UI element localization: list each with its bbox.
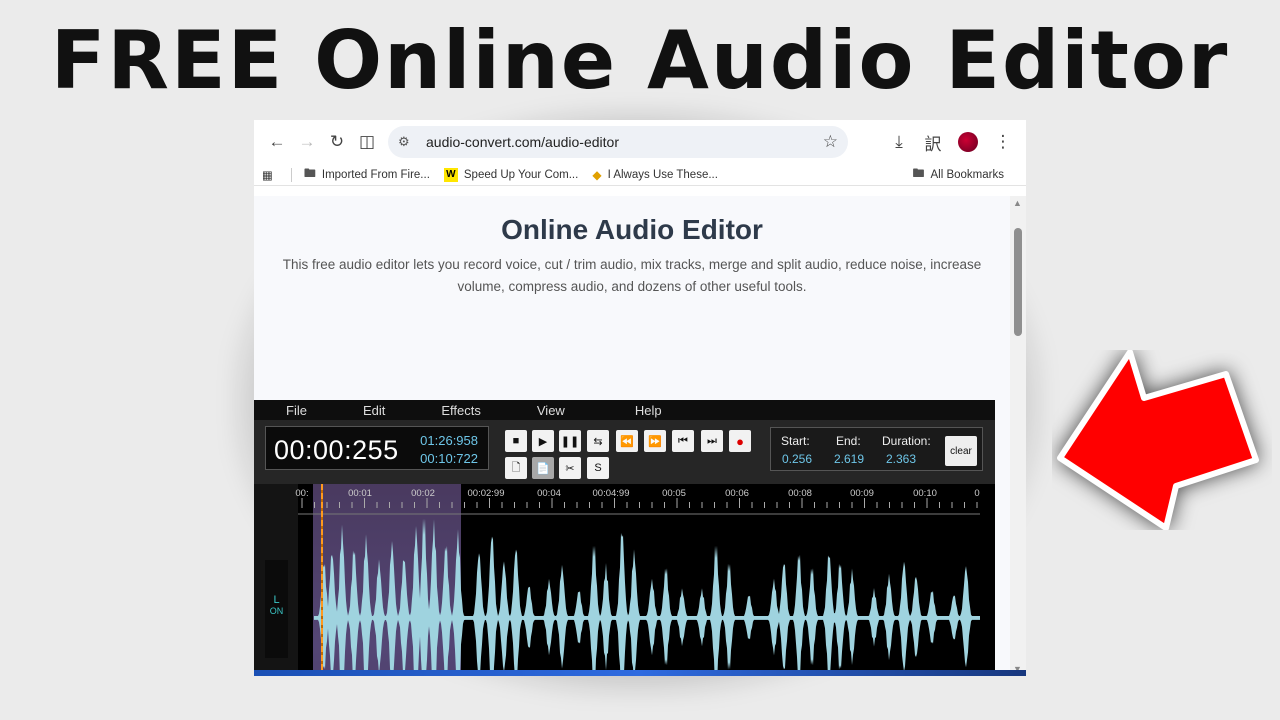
apps-grid-icon[interactable]: ▦: [262, 168, 273, 182]
tick-label: 0: [974, 488, 980, 499]
page-content: Online Audio Editor This free audio edit…: [254, 196, 1010, 676]
current-time: 00:00:255: [274, 435, 399, 465]
tick-label: 00:04: [537, 488, 561, 499]
stop-button[interactable]: ■: [505, 430, 527, 452]
hero-title: FREE Online Audio Editor: [50, 14, 1230, 107]
taskbar-strip: [254, 670, 1026, 676]
waveform-path: [314, 518, 980, 676]
selection-info: Start: 0.256 End: 2.619 Duration: 2.363 …: [770, 427, 983, 471]
end-value: 2.619: [834, 452, 865, 466]
url-text[interactable]: audio-convert.com/audio-editor: [426, 134, 823, 150]
rewind-button[interactable]: ⏪: [616, 430, 638, 452]
bookmark-imported[interactable]: 🖿 Imported From Fire...: [304, 164, 430, 185]
skip-start-button[interactable]: ⏮: [672, 430, 694, 452]
bookmark-separator: [290, 167, 292, 182]
back-icon[interactable]: ←: [262, 127, 292, 157]
tick-label: 00:10: [913, 488, 937, 499]
duration-label: Duration:: [882, 434, 931, 448]
all-bookmarks[interactable]: 🖿 All Bookmarks: [912, 164, 1004, 185]
copy-icon[interactable]: 🗋: [505, 457, 527, 479]
playhead-cursor[interactable]: [321, 484, 323, 676]
split-view-icon[interactable]: ◫: [352, 127, 382, 157]
bookmark-label: Speed Up Your Com...: [463, 168, 579, 181]
red-arrow-icon: [1057, 350, 1259, 530]
tick-label: 00:01: [348, 488, 372, 499]
folder-icon: 🖿: [303, 166, 316, 180]
selected-time: 00:10:722: [420, 451, 478, 466]
skip-end-button[interactable]: ⏭: [701, 430, 723, 452]
menu-view[interactable]: View: [537, 403, 565, 418]
page-description: This free audio editor lets you record v…: [282, 257, 982, 294]
menu-help[interactable]: Help: [635, 403, 662, 418]
w-logo-icon: W: [443, 167, 458, 182]
start-label: Start:: [781, 434, 810, 448]
waveform-timeline[interactable]: L ON 00: 00:01 00:02 00:02:99 00:04 00:0…: [254, 484, 995, 676]
play-button[interactable]: ▶: [532, 430, 554, 452]
browser-toolbar: ← → ↻ ◫ ⚙ audio-convert.com/audio-editor…: [254, 120, 1026, 164]
scroll-up-icon[interactable]: ▲: [1013, 198, 1022, 208]
reload-icon[interactable]: ↻: [322, 127, 352, 157]
bookmark-always-use[interactable]: ◆ I Always Use These...: [592, 168, 718, 182]
tick-label: 00:08: [788, 488, 812, 499]
bookmarks-bar: ▦ 🖿 Imported From Fire... W Speed Up You…: [254, 164, 1026, 186]
duration-value: 2.363: [886, 452, 917, 466]
bookmark-star-icon[interactable]: ☆: [823, 132, 838, 152]
audio-editor: File Edit Effects View Help 00:00:255 01…: [254, 400, 995, 676]
bookmark-speed-up[interactable]: W Speed Up Your Com...: [443, 167, 579, 182]
paste-icon[interactable]: 📄: [532, 457, 554, 479]
end-label: End:: [836, 434, 861, 448]
cut-icon[interactable]: ✂: [559, 457, 581, 479]
forward-icon[interactable]: →: [292, 127, 322, 157]
total-time: 01:26:958: [420, 433, 478, 448]
fast-forward-button[interactable]: ⏩: [644, 430, 666, 452]
tick-label: 00:02: [411, 488, 435, 499]
tick-label: 00:05: [662, 488, 686, 499]
folder-icon: 🖿: [912, 166, 925, 180]
waveform: [298, 498, 980, 676]
browser-window: ← → ↻ ◫ ⚙ audio-convert.com/audio-editor…: [254, 120, 1026, 676]
address-bar[interactable]: ⚙ audio-convert.com/audio-editor ☆: [388, 126, 848, 158]
loop-button[interactable]: ⇆: [587, 430, 609, 452]
start-value: 0.256: [782, 452, 813, 466]
tick-label: 00:06: [725, 488, 749, 499]
tick-label: 00:09: [850, 488, 874, 499]
avatar[interactable]: [958, 132, 978, 152]
tick-label: 00:: [295, 488, 309, 499]
menu-kebab-icon[interactable]: ⋮: [988, 127, 1018, 157]
download-icon[interactable]: ⤓: [884, 127, 914, 157]
translate-icon[interactable]: 訳: [918, 127, 948, 157]
pause-button[interactable]: ❚❚: [559, 430, 581, 452]
time-display: 00:00:255 01:26:958 00:10:722: [265, 426, 489, 470]
page-scrollbar[interactable]: ▲ ▼: [1010, 196, 1026, 676]
record-button[interactable]: ●: [729, 430, 751, 452]
scroll-thumb[interactable]: [1014, 228, 1022, 336]
bookmark-label: I Always Use These...: [607, 168, 718, 181]
editor-menubar: File Edit Effects View Help: [254, 400, 995, 420]
clear-button[interactable]: clear: [945, 436, 977, 466]
menu-effects[interactable]: Effects: [441, 403, 481, 418]
silence-button[interactable]: S: [587, 457, 609, 479]
tick-label: 00:02:99: [467, 488, 505, 499]
transport-controls: 00:00:255 01:26:958 00:10:722 ■ ▶ ❚❚ ⇆ ⏪…: [254, 420, 995, 484]
menu-file[interactable]: File: [286, 403, 307, 418]
menu-edit[interactable]: Edit: [363, 403, 385, 418]
site-settings-icon[interactable]: ⚙: [398, 134, 418, 150]
bookmark-label: Imported From Fire...: [321, 168, 430, 181]
page-title: Online Audio Editor: [501, 214, 763, 245]
diamond-icon: ◆: [592, 167, 602, 182]
tick-label: 00:04:99: [592, 488, 630, 499]
all-bookmarks-label: All Bookmarks: [930, 168, 1005, 181]
